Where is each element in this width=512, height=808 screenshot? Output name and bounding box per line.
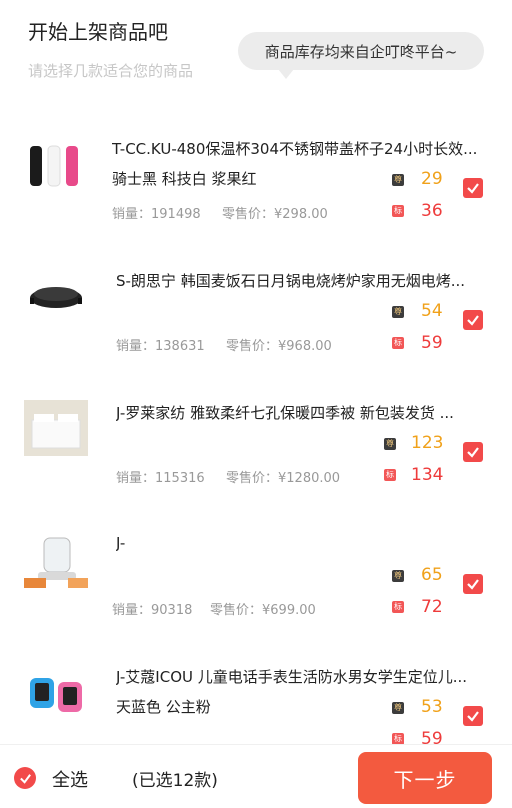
price-top: 65 <box>421 565 443 585</box>
check-icon <box>467 447 479 458</box>
biao-badge-icon: 标 <box>392 601 404 613</box>
product-image <box>30 145 78 187</box>
product-title: J- <box>116 534 126 552</box>
zun-badge-icon: 尊 <box>392 702 404 714</box>
product-variants: 天蓝色 公主粉 <box>116 698 211 716</box>
biao-badge-icon: 标 <box>392 337 404 349</box>
check-icon <box>467 711 479 722</box>
zun-badge-icon: 尊 <box>392 570 404 582</box>
price-bottom: 72 <box>421 597 443 617</box>
next-button[interactable]: 下一步 <box>358 752 492 804</box>
price-bottom: 59 <box>421 729 443 744</box>
retail-price: 零售价：¥1280.00 <box>226 471 341 486</box>
page-title: 开始上架商品吧 <box>28 20 168 44</box>
product-title: J-艾蔻ICOU 儿童电话手表生活防水男女学生定位儿... <box>116 668 468 686</box>
retail-price: 零售价：¥699.00 <box>210 603 316 618</box>
sales-info: 销量：115316 <box>116 471 205 486</box>
page-subtitle: 请选择几款适合您的商品 <box>28 62 194 80</box>
sales-info: 销量：138631 <box>116 339 205 354</box>
select-all-label[interactable]: 全选 <box>52 766 88 792</box>
product-image <box>24 400 88 456</box>
price-top: 54 <box>421 301 443 321</box>
product-image <box>30 287 82 308</box>
selected-count: (已选12款) <box>132 771 218 791</box>
biao-badge-icon: 标 <box>392 733 404 744</box>
product-image <box>30 678 82 712</box>
info-bubble: 商品库存均来自企叮咚平台~ <box>238 32 484 79</box>
product-checkbox[interactable] <box>463 178 483 198</box>
product-title: S-朗思宁 韩国麦饭石日月锅电烧烤炉家用无烟电烤... <box>116 272 466 290</box>
product-checkbox[interactable] <box>463 310 483 330</box>
product-item: J- 销量：90318 零售价：¥699.00 尊 65 标 72 <box>0 506 512 638</box>
product-item: J-罗莱家纺 雅致柔纤七孔保暖四季被 新包装发货 ... 销量：115316 零… <box>0 374 512 506</box>
check-icon <box>19 773 31 784</box>
check-icon <box>467 579 479 590</box>
product-item: J-艾蔻ICOU 儿童电话手表生活防水男女学生定位儿... 天蓝色 公主粉 尊 … <box>0 638 512 744</box>
price-top: 123 <box>411 433 444 453</box>
product-title: T-CC.KU-480保温杯304不锈钢带盖杯子24小时长效... <box>112 140 478 158</box>
price-top: 53 <box>421 697 443 717</box>
product-checkbox[interactable] <box>463 442 483 462</box>
product-item: S-朗思宁 韩国麦饭石日月锅电烧烤炉家用无烟电烤... 销量：138631 零售… <box>0 242 512 374</box>
product-checkbox[interactable] <box>463 706 483 726</box>
biao-badge-icon: 标 <box>384 469 396 481</box>
check-icon <box>467 315 479 326</box>
sales-info: 销量：191498 <box>112 207 201 222</box>
zun-badge-icon: 尊 <box>392 174 404 186</box>
retail-price: 零售价：¥298.00 <box>222 207 328 222</box>
price-top: 29 <box>421 169 443 189</box>
price-bottom: 134 <box>411 465 444 485</box>
sales-info: 销量：90318 <box>112 603 193 618</box>
product-image <box>24 537 88 588</box>
product-title: J-罗莱家纺 雅致柔纤七孔保暖四季被 新包装发货 ... <box>116 404 454 422</box>
select-all-checkbox[interactable] <box>14 767 36 789</box>
product-item: T-CC.KU-480保温杯304不锈钢带盖杯子24小时长效... 骑士黑 科技… <box>0 110 512 242</box>
zun-badge-icon: 尊 <box>384 438 396 450</box>
product-checkbox[interactable] <box>463 574 483 594</box>
price-bottom: 36 <box>421 201 443 221</box>
biao-badge-icon: 标 <box>392 205 404 217</box>
check-icon <box>467 183 479 194</box>
product-variants: 骑士黑 科技白 浆果红 <box>112 170 257 188</box>
zun-badge-icon: 尊 <box>392 306 404 318</box>
price-bottom: 59 <box>421 333 443 353</box>
retail-price: 零售价：¥968.00 <box>226 339 332 354</box>
bottom-bar: 全选 (已选12款) 下一步 <box>0 744 512 808</box>
